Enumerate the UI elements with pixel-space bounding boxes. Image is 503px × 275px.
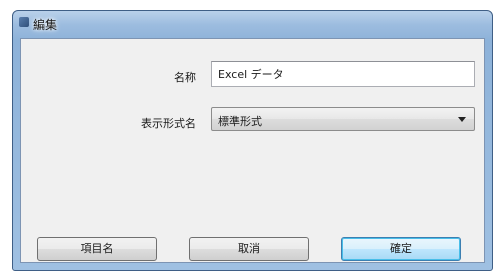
name-label: 名称 [174,71,196,84]
name-input[interactable] [211,61,475,87]
ok-button[interactable]: 確定 [341,237,461,261]
cancel-button[interactable]: 取消 [189,237,309,261]
app-icon [19,17,29,27]
chevron-down-icon [458,117,466,122]
dialog-title: 編集 [33,18,58,32]
title-bar[interactable]: 編集 [13,11,492,37]
edit-dialog: 編集 名称 表示形式名 標準形式 項目名 取消 確定 [12,10,493,271]
dialog-body: 名称 表示形式名 標準形式 項目名 取消 確定 [20,38,485,263]
display-format-label: 表示形式名 [141,117,196,130]
display-format-value: 標準形式 [218,115,262,128]
fields-button[interactable]: 項目名 [37,237,157,261]
display-format-select[interactable]: 標準形式 [211,107,475,131]
